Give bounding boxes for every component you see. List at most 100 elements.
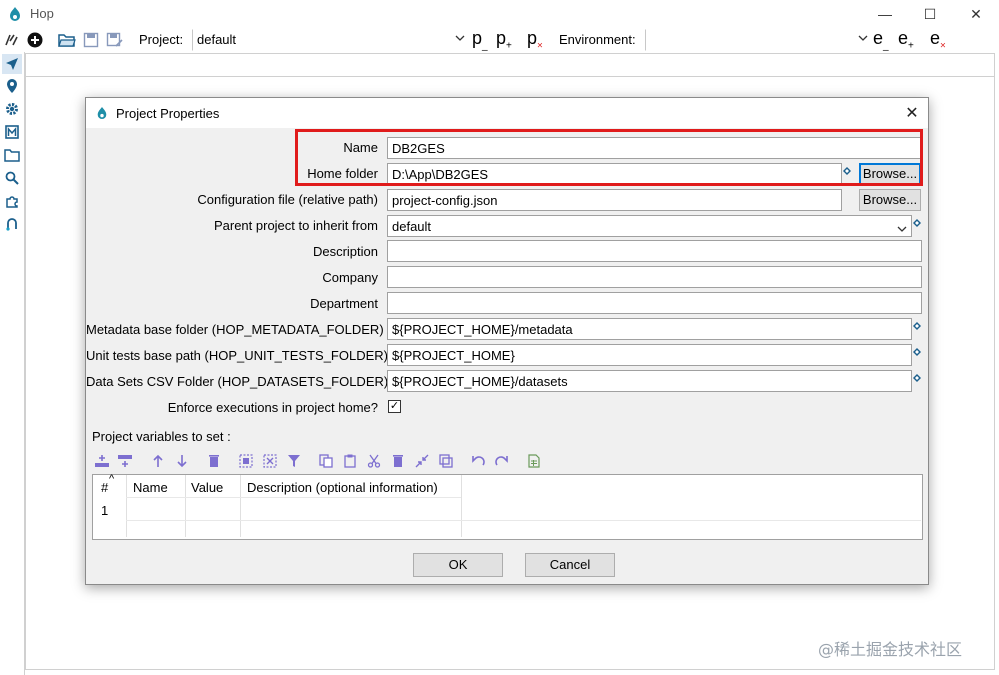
delete-environment-button[interactable]: e× <box>930 28 946 52</box>
project-label: Project: <box>139 32 184 47</box>
plugin-icon[interactable] <box>2 191 22 211</box>
description-input[interactable] <box>387 240 922 262</box>
delete-icon[interactable] <box>390 453 406 469</box>
select-all-icon[interactable] <box>238 453 254 469</box>
dialog-title: Project Properties <box>116 106 220 121</box>
variable-diamond-icon <box>913 344 921 356</box>
company-label: Company <box>322 270 378 285</box>
location-pin-icon[interactable] <box>2 76 22 96</box>
metadata-icon[interactable] <box>2 122 22 142</box>
datasets-folder-input[interactable]: ${PROJECT_HOME}/datasets <box>387 370 912 392</box>
project-select-value: default <box>197 32 237 47</box>
row-divider <box>126 520 921 521</box>
column-separator <box>461 475 462 537</box>
enforce-home-checkbox[interactable]: ✓ <box>388 400 401 413</box>
dialog-titlebar: Project Properties ✕ <box>86 98 928 128</box>
open-folder-icon[interactable] <box>57 30 77 50</box>
maximize-button[interactable]: ☐ <box>907 0 953 28</box>
environment-label: Environment: <box>559 32 636 47</box>
column-separator <box>240 475 241 537</box>
perspective-toolbar <box>0 52 25 675</box>
copy-icon[interactable] <box>318 453 334 469</box>
column-separator <box>126 475 127 537</box>
search-icon[interactable] <box>2 168 22 188</box>
parent-project-label: Parent project to inherit from <box>213 218 378 233</box>
ok-button[interactable]: OK <box>413 553 503 577</box>
add-project-button[interactable]: p+ <box>496 28 512 52</box>
edit-environment-button[interactable]: e_ <box>873 28 889 52</box>
watermark-text: @稀土掘金技术社区 <box>818 640 963 659</box>
save-icon[interactable] <box>81 30 101 50</box>
paste-icon[interactable] <box>342 453 358 469</box>
variable-diamond-icon <box>913 318 921 330</box>
delete-project-button[interactable]: p× <box>527 28 543 52</box>
minimize-button[interactable]: — <box>862 0 908 28</box>
insert-row-before-icon[interactable] <box>94 453 110 469</box>
table-row-number: 1 <box>101 503 109 518</box>
unit-tests-path-label: Unit tests base path (HOP_UNIT_TESTS_FOL… <box>86 348 388 363</box>
git-icon[interactable] <box>2 214 22 234</box>
column-header-name[interactable]: Name <box>133 480 168 495</box>
company-input[interactable] <box>387 266 922 288</box>
undo-icon[interactable] <box>470 453 486 469</box>
unit-tests-path-input[interactable]: ${PROJECT_HOME} <box>387 344 912 366</box>
shrink-columns-icon[interactable] <box>414 453 430 469</box>
enforce-home-label: Enforce executions in project home? <box>167 400 378 415</box>
department-input[interactable] <box>387 292 922 314</box>
highlight-annotation <box>295 129 923 186</box>
environment-select[interactable] <box>645 29 871 51</box>
sort-indicator: ^ <box>109 473 115 485</box>
save-as-icon[interactable] <box>105 30 125 50</box>
project-variables-table[interactable]: # ^ Name Value Description (optional inf… <box>92 473 923 540</box>
cancel-button[interactable]: Cancel <box>525 553 615 577</box>
config-file-input[interactable]: project-config.json <box>387 189 842 211</box>
metadata-folder-input[interactable]: ${PROJECT_HOME}/metadata <box>387 318 912 340</box>
variable-diamond-icon <box>913 370 921 382</box>
filter-icon[interactable] <box>286 453 302 469</box>
duplicate-icon[interactable] <box>438 453 454 469</box>
hop-logo-icon <box>96 106 108 123</box>
dialog-close-button[interactable]: ✕ <box>902 103 922 123</box>
column-separator <box>185 475 186 537</box>
hop-gui-icon[interactable] <box>2 30 22 50</box>
description-label: Description <box>312 244 378 259</box>
delete-row-icon[interactable] <box>206 453 222 469</box>
chevron-down-icon <box>858 33 868 45</box>
metadata-folder-label: Metadata base folder (HOP_METADATA_FOLDE… <box>86 322 384 337</box>
browse-config-file-button[interactable]: Browse... <box>859 189 921 211</box>
gear-icon[interactable] <box>2 99 22 119</box>
config-file-label: Configuration file (relative path) <box>197 192 378 207</box>
column-header-number: # <box>101 480 109 495</box>
add-environment-button[interactable]: e+ <box>898 28 914 52</box>
parent-project-select[interactable]: default <box>387 215 912 237</box>
column-header-value[interactable]: Value <box>191 480 223 495</box>
insert-row-after-icon[interactable] <box>117 453 133 469</box>
project-select[interactable]: default <box>192 29 468 51</box>
chevron-down-icon <box>455 33 465 45</box>
tab-strip-divider <box>25 76 995 77</box>
parent-project-value: default <box>392 219 432 234</box>
chevron-down-icon <box>897 221 907 236</box>
cut-icon[interactable] <box>366 453 382 469</box>
hop-logo-icon <box>8 6 22 22</box>
close-window-button[interactable]: ✕ <box>953 0 999 28</box>
move-down-icon[interactable] <box>174 453 190 469</box>
app-title: Hop <box>30 6 54 21</box>
column-header-description[interactable]: Description (optional information) <box>247 480 438 495</box>
main-toolbar: Project: default p_ p+ p× Environment: e… <box>0 28 999 52</box>
move-up-icon[interactable] <box>150 453 166 469</box>
header-divider <box>126 497 461 498</box>
data-orchestration-perspective-icon[interactable] <box>2 54 22 74</box>
window-titlebar: Hop — ☐ ✕ <box>0 0 999 28</box>
datasets-folder-label: Data Sets CSV Folder (HOP_DATASETS_FOLDE… <box>86 374 389 389</box>
new-file-icon[interactable] <box>25 30 45 50</box>
department-label: Department <box>310 296 378 311</box>
project-variables-label: Project variables to set : <box>92 429 231 444</box>
project-properties-dialog: Project Properties ✕ Name DB2GES Home fo… <box>85 97 929 585</box>
variable-diamond-icon <box>913 215 921 227</box>
export-spreadsheet-icon[interactable] <box>526 453 542 469</box>
redo-icon[interactable] <box>494 453 510 469</box>
clear-selection-icon[interactable] <box>262 453 278 469</box>
folder-icon[interactable] <box>2 145 22 165</box>
edit-project-button[interactable]: p_ <box>472 28 488 52</box>
